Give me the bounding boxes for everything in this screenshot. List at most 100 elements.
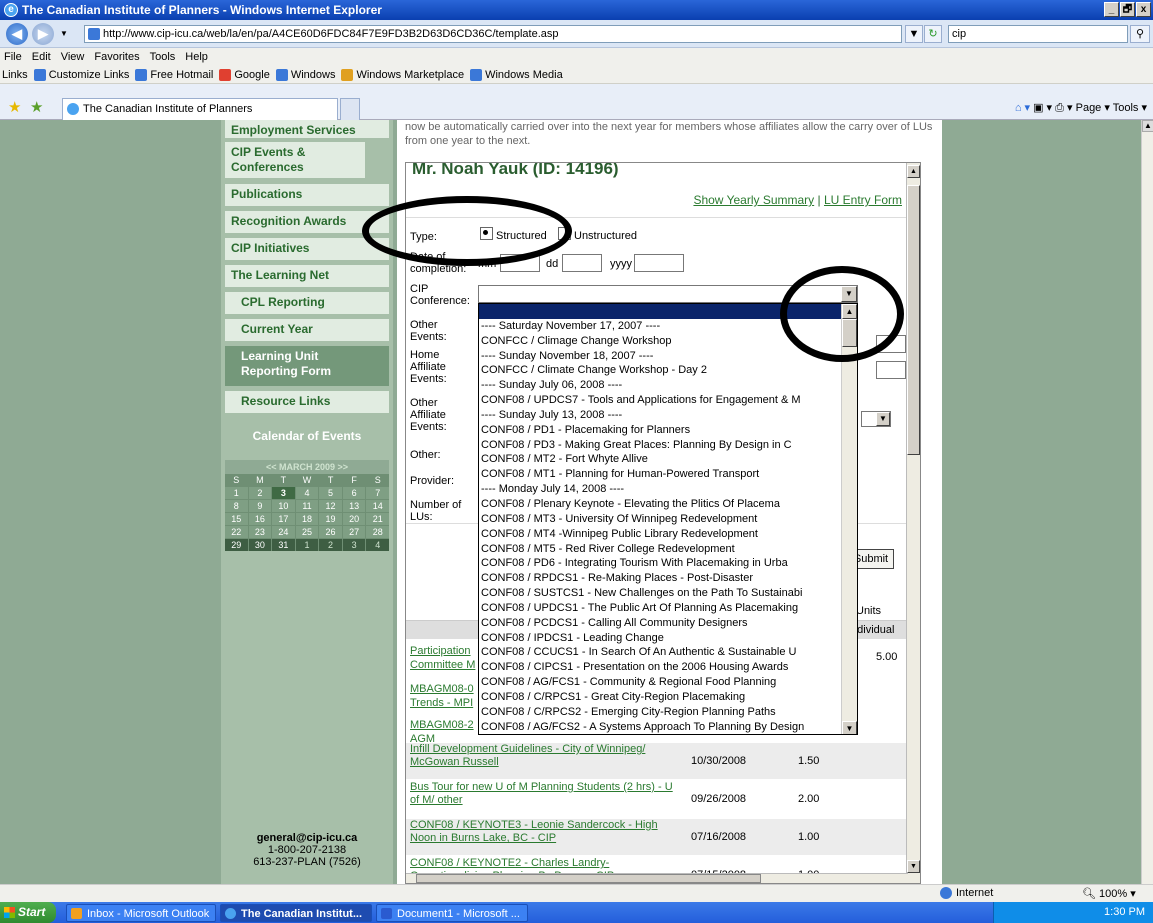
link-windows-media[interactable]: Windows Media	[470, 68, 563, 81]
calendar-day[interactable]: 14	[366, 500, 389, 512]
calendar-day[interactable]: 29	[225, 539, 248, 551]
calendar-day[interactable]: 1	[295, 539, 319, 551]
cip-conference-dropdown-list[interactable]: ---- Saturday November 17, 2007 ---- CONF…	[478, 303, 858, 735]
nav-employment-services[interactable]: Employment Services	[225, 120, 389, 138]
close-button[interactable]: x	[1136, 2, 1151, 17]
home-icon[interactable]: ⌂ ▾	[1015, 102, 1030, 114]
calendar-day[interactable]: 25	[295, 526, 319, 538]
dropdown-option[interactable]: ---- Sunday November 18, 2007 ----	[479, 349, 843, 364]
frame-horizontal-scrollbar[interactable]	[406, 873, 908, 883]
calendar-day[interactable]: 4	[366, 539, 389, 551]
page-vertical-scrollbar[interactable]: ▲	[1141, 120, 1153, 884]
dropdown-option[interactable]: CONFCC / Climate Change Workshop - Day 2	[479, 363, 843, 378]
dropdown-option[interactable]: ---- Monday July 14, 2008 ----	[479, 482, 843, 497]
scroll-thumb[interactable]	[907, 185, 920, 455]
calendar-day[interactable]: 7	[366, 487, 389, 499]
dropdown-arrow-icon[interactable]: ▼	[876, 412, 890, 426]
nav-cpl-reporting[interactable]: CPL Reporting	[225, 292, 389, 314]
calendar-day[interactable]: 10	[272, 500, 295, 512]
dropdown-option[interactable]: CONF08 / CIPCS1 - Presentation on the 20…	[479, 660, 843, 675]
dropdown-option[interactable]: CONF08 / UPDCS1 - The Public Art Of Plan…	[479, 601, 843, 616]
other-affiliate-select[interactable]: ▼	[861, 411, 891, 427]
menu-help[interactable]: Help	[185, 51, 208, 63]
home-affiliate-input[interactable]	[876, 361, 906, 379]
dropdown-option[interactable]: CONF08 / SUSTCS1 - New Challenges on the…	[479, 586, 843, 601]
history-dropdown-icon[interactable]: ▼	[60, 29, 68, 38]
dropdown-option[interactable]: CONF08 / MT1 - Planning for Human-Powere…	[479, 467, 843, 482]
calendar-day[interactable]: 27	[342, 526, 366, 538]
menu-favorites[interactable]: Favorites	[94, 51, 139, 63]
day-input[interactable]	[562, 254, 602, 272]
task-outlook[interactable]: Inbox - Microsoft Outlook	[66, 903, 216, 922]
link-google[interactable]: Google	[219, 68, 270, 81]
dropdown-option[interactable]: CONF08 / PD3 - Making Great Places: Plan…	[479, 438, 843, 453]
year-input[interactable]	[634, 254, 684, 272]
favorites-star-icon[interactable]: ★	[8, 98, 21, 116]
link-customize-links[interactable]: Customize Links	[33, 68, 129, 81]
calendar-heading[interactable]: Calendar of Events	[225, 422, 389, 450]
menu-tools[interactable]: Tools	[150, 51, 176, 63]
contact-email[interactable]: general@cip-icu.ca	[257, 832, 358, 844]
menu-file[interactable]: File	[4, 51, 22, 63]
calendar-day[interactable]: 23	[248, 526, 272, 538]
scroll-up-icon[interactable]: ▲	[1142, 120, 1153, 132]
add-favorites-icon[interactable]: ★	[30, 98, 43, 116]
scroll-down-icon[interactable]: ▼	[842, 721, 857, 734]
calendar-day[interactable]: 15	[225, 513, 248, 525]
nav-cip-initiatives[interactable]: CIP Initiatives	[225, 238, 389, 260]
dropdown-option[interactable]: ---- Sunday July 13, 2008 ----	[479, 408, 843, 423]
search-input[interactable]: cip	[948, 25, 1128, 43]
calendar-day[interactable]: 6	[342, 487, 366, 499]
dropdown-option[interactable]: CONF08 / MT3 - University Of Winnipeg Re…	[479, 512, 843, 527]
scroll-down-icon[interactable]: ▼	[907, 860, 920, 873]
print-icon[interactable]: ⎙ ▾	[1055, 102, 1072, 114]
scroll-up-icon[interactable]: ▲	[907, 165, 920, 178]
dropdown-option[interactable]: CONF08 / IPDCS1 - Leading Change	[479, 631, 843, 646]
frame-vertical-scrollbar[interactable]: ▲ ▼	[906, 163, 920, 883]
calendar-day[interactable]: 22	[225, 526, 248, 538]
calendar-day[interactable]: 28	[366, 526, 389, 538]
dropdown-option[interactable]: CONF08 / CIPCS2 - Planning Design and Pl…	[479, 734, 843, 735]
new-tab-button[interactable]	[340, 98, 360, 120]
row-link[interactable]: CONF08 / KEYNOTE3 - Leonie Sandercock - …	[410, 819, 680, 845]
dropdown-option[interactable]: CONF08 / RPDCS1 - Re-Making Places - Pos…	[479, 571, 843, 586]
calendar-day[interactable]: 2	[319, 539, 342, 551]
feeds-icon[interactable]: ▣ ▾	[1033, 102, 1052, 114]
task-word[interactable]: Document1 - Microsoft ...	[376, 903, 528, 922]
scroll-thumb[interactable]	[416, 874, 761, 883]
dropdown-option[interactable]: CONF08 / CCUCS1 - In Search Of An Authen…	[479, 645, 843, 660]
dropdown-option[interactable]: CONF08 / MT4 -Winnipeg Public Library Re…	[479, 527, 843, 542]
nav-current-year[interactable]: Current Year	[225, 319, 389, 341]
show-yearly-summary-link[interactable]: Show Yearly Summary	[693, 193, 814, 207]
calendar-day[interactable]: 24	[272, 526, 295, 538]
dropdown-option[interactable]: CONF08 / UPDCS7 - Tools and Applications…	[479, 393, 843, 408]
dropdown-scrollbar[interactable]: ▲ ▼	[841, 304, 857, 734]
menu-view[interactable]: View	[61, 51, 85, 63]
calendar-day[interactable]: 4	[295, 487, 319, 499]
row-link[interactable]: Bus Tour for new U of M Planning Student…	[410, 781, 680, 807]
row-link[interactable]: Infill Development Guidelines - City of …	[410, 743, 680, 769]
url-field[interactable]: http://www.cip-icu.ca/web/la/en/pa/A4CE6…	[84, 25, 902, 43]
nav-learning-unit-reporting-form[interactable]: Learning Unit Reporting Form	[225, 346, 389, 386]
calendar-day[interactable]: 17	[272, 513, 295, 525]
calendar-day[interactable]: 18	[295, 513, 319, 525]
calendar-day[interactable]: 2	[248, 487, 272, 499]
calendar-day[interactable]: 1	[225, 487, 248, 499]
nav-learning-net[interactable]: The Learning Net	[225, 265, 389, 287]
minimize-button[interactable]: _	[1104, 2, 1119, 17]
calendar-month-nav[interactable]: << MARCH 2009 >>	[225, 460, 389, 474]
link-windows-marketplace[interactable]: Windows Marketplace	[341, 68, 464, 81]
calendar-day[interactable]: 9	[248, 500, 272, 512]
calendar-day[interactable]: 19	[319, 513, 342, 525]
calendar-day[interactable]: 8	[225, 500, 248, 512]
dropdown-option[interactable]: CONF08 / MT2 - Fort Whyte Allive	[479, 452, 843, 467]
back-button[interactable]: ◀	[6, 23, 28, 45]
link-windows[interactable]: Windows	[275, 68, 335, 81]
menu-edit[interactable]: Edit	[32, 51, 51, 63]
url-dropdown-icon[interactable]: ▼	[905, 25, 923, 43]
calendar-day[interactable]: 12	[319, 500, 342, 512]
forward-button[interactable]: ▶	[32, 23, 54, 45]
lu-entry-form-link[interactable]: LU Entry Form	[824, 193, 902, 207]
dropdown-option[interactable]: ---- Sunday July 06, 2008 ----	[479, 378, 843, 393]
calendar-day[interactable]: 31	[272, 539, 295, 551]
